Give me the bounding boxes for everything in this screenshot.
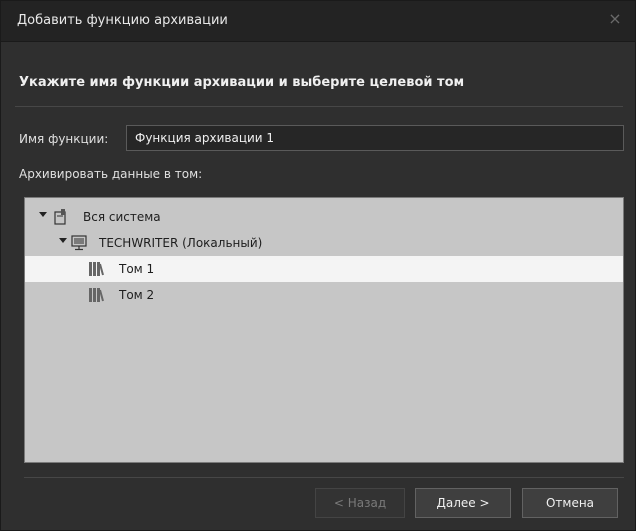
target-volume-label: Архивировать данные в том: <box>19 167 203 181</box>
volume-icon <box>89 288 104 302</box>
dialog-title: Добавить функцию архивации <box>17 13 228 28</box>
next-button[interactable]: Далее > <box>415 488 511 518</box>
tree-item-system[interactable]: Вся система <box>25 204 623 230</box>
tree-item-label: TECHWRITER (Локальный) <box>99 236 263 250</box>
tree-item-label: Вся система <box>83 210 161 224</box>
back-button[interactable]: < Назад <box>315 488 405 518</box>
title-bar: Добавить функцию архивации × <box>1 1 635 42</box>
tree-item-label: Том 2 <box>119 288 155 302</box>
heading-divider <box>15 106 623 107</box>
expand-arrow-icon[interactable] <box>39 212 47 217</box>
cancel-button[interactable]: Отмена <box>522 488 618 518</box>
system-icon <box>54 209 66 225</box>
page-heading: Укажите имя функции архивации и выберите… <box>19 75 465 90</box>
tree-item-computer[interactable]: TECHWRITER (Локальный) <box>25 230 623 256</box>
expand-arrow-icon[interactable] <box>59 238 67 243</box>
close-icon[interactable]: × <box>605 9 625 29</box>
function-name-input[interactable] <box>126 125 624 151</box>
volume-tree: Вся система TECHWRITER (Локальный) Том 1 <box>24 197 624 463</box>
footer-divider <box>24 477 624 478</box>
tree-item-label: Том 1 <box>119 262 155 276</box>
function-name-label: Имя функции: <box>19 132 109 146</box>
volume-icon <box>89 262 104 276</box>
tree-item-volume-1[interactable]: Том 1 <box>25 256 623 282</box>
tree-item-volume-2[interactable]: Том 2 <box>25 282 623 308</box>
computer-icon <box>71 235 87 251</box>
dialog-window: Добавить функцию архивации × Укажите имя… <box>0 0 636 531</box>
